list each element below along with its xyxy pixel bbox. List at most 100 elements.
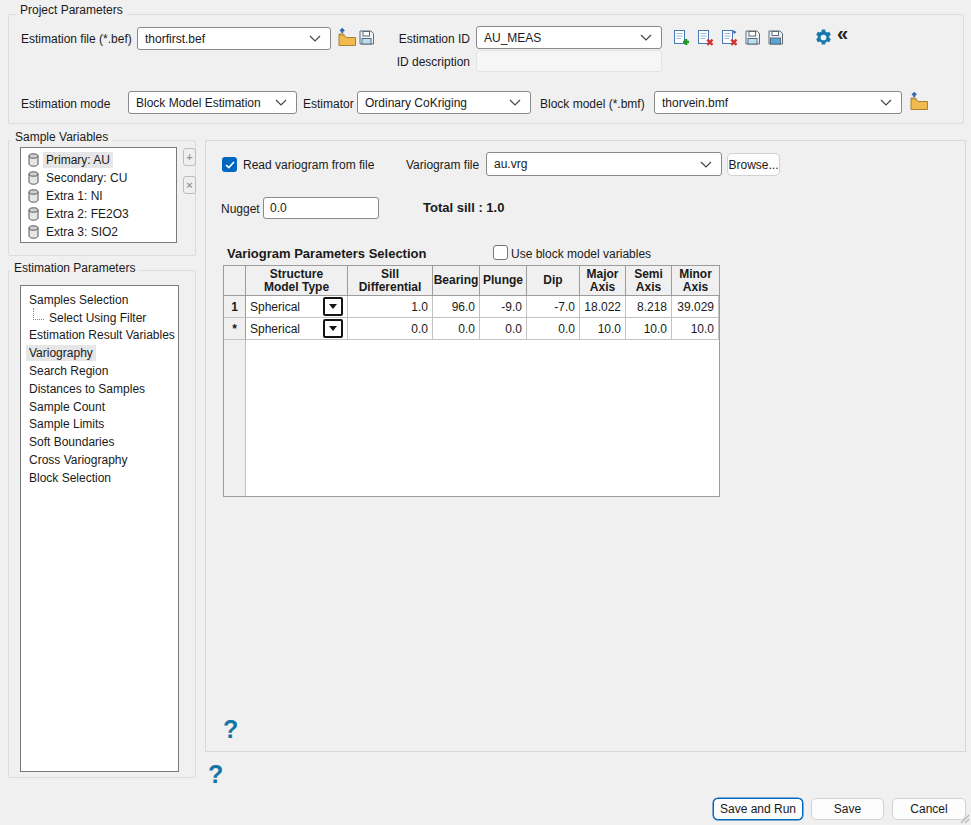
- tree-item-select-using-filter[interactable]: Select Using Filter: [21, 309, 178, 327]
- settings-gear-icon[interactable]: [815, 29, 832, 49]
- tree-item-search-region[interactable]: Search Region: [21, 362, 178, 380]
- list-item[interactable]: Secondary: CU: [21, 169, 176, 187]
- sample-variables-title: Sample Variables: [11, 130, 112, 144]
- block-model-combobox[interactable]: thorvein.bmf: [654, 91, 902, 114]
- estimation-parameters-list[interactable]: Samples Selection Select Using Filter Es…: [20, 285, 179, 772]
- major-axis-cell[interactable]: 18.022: [580, 296, 626, 318]
- sill-cell[interactable]: 0.0: [348, 318, 433, 340]
- resize-grip-icon[interactable]: [958, 812, 970, 824]
- column-header-bearing: Bearing: [433, 266, 480, 295]
- plunge-cell[interactable]: -9.0: [480, 296, 527, 318]
- minor-axis-cell[interactable]: 10.0: [672, 318, 719, 340]
- use-block-model-label: Use block model variables: [511, 246, 651, 262]
- tree-item-samples-selection[interactable]: Samples Selection: [21, 291, 178, 309]
- estimation-file-value: thorfirst.bef: [145, 32, 305, 46]
- chevron-down-icon: [700, 161, 712, 168]
- dip-cell[interactable]: -7.0: [527, 296, 580, 318]
- structure-dropdown-button[interactable]: [323, 297, 343, 316]
- column-header-structure: StructureModel Type: [246, 266, 348, 295]
- id-description-label: ID description: [390, 54, 470, 70]
- sample-variables-list[interactable]: Primary: AU Secondary: CU Extra 1: NI Ex…: [20, 147, 177, 243]
- read-variogram-checkbox[interactable]: [222, 157, 237, 172]
- list-item[interactable]: Extra 1: NI: [21, 187, 176, 205]
- bearing-cell[interactable]: 0.0: [433, 318, 480, 340]
- tree-item-block-selection[interactable]: Block Selection: [21, 469, 178, 487]
- list-item[interactable]: Primary: AU: [21, 151, 176, 169]
- list-item[interactable]: Extra 3: SIO2: [21, 223, 176, 241]
- table-header-row: StructureModel Type SillDifferential Bea…: [224, 266, 719, 296]
- save-file-icon[interactable]: [358, 29, 375, 49]
- variable-icon: [28, 153, 39, 167]
- variable-icon: [28, 207, 39, 221]
- table-row: 1 Spherical 1.0 96.0 -9.0 -7.0 18.022 8.…: [224, 296, 719, 318]
- variable-icon: [28, 225, 39, 239]
- estimation-file-combobox[interactable]: thorfirst.bef: [137, 27, 331, 50]
- read-variogram-label: Read variogram from file: [243, 157, 374, 173]
- dip-cell[interactable]: 0.0: [527, 318, 580, 340]
- structure-cell[interactable]: Spherical: [246, 318, 348, 340]
- sill-cell[interactable]: 1.0: [348, 296, 433, 318]
- estimator-value: Ordinary CoKriging: [365, 96, 505, 110]
- variogram-file-combobox[interactable]: au.vrg: [486, 152, 722, 176]
- use-block-model-checkbox[interactable]: [493, 245, 508, 260]
- minor-axis-cell[interactable]: 39.029: [672, 296, 719, 318]
- bearing-cell[interactable]: 96.0: [433, 296, 480, 318]
- row-header-strip: [224, 340, 246, 496]
- major-axis-cell[interactable]: 10.0: [580, 318, 626, 340]
- cancel-button[interactable]: Cancel: [892, 798, 966, 820]
- dialog-help-button[interactable]: ?: [208, 764, 223, 784]
- collapse-chevrons-icon[interactable]: «: [837, 25, 848, 41]
- estimator-combobox[interactable]: Ordinary CoKriging: [357, 91, 531, 114]
- chevron-down-icon: [640, 34, 652, 41]
- variogram-file-label: Variogram file: [406, 157, 479, 173]
- browse-button[interactable]: Browse...: [727, 153, 780, 176]
- save-button[interactable]: Save: [811, 798, 884, 820]
- tree-item-estimation-result-variables[interactable]: Estimation Result Variables: [21, 327, 178, 345]
- estimation-id-value: AU_MEAS: [484, 31, 636, 45]
- save-estimation-as-icon[interactable]: [767, 29, 784, 49]
- list-item[interactable]: Extra 2: FE2O3: [21, 205, 176, 223]
- structure-cell[interactable]: Spherical: [246, 296, 348, 318]
- tree-item-cross-variography[interactable]: Cross Variography: [21, 451, 178, 469]
- nugget-input[interactable]: 0.0: [263, 197, 379, 219]
- column-header-plunge: Plunge: [480, 266, 527, 295]
- project-parameters-title: Project Parameters: [16, 3, 127, 17]
- add-variable-button[interactable]: +: [183, 148, 196, 166]
- remove-variable-button[interactable]: ×: [183, 176, 196, 194]
- semi-axis-cell[interactable]: 10.0: [626, 318, 672, 340]
- plunge-cell[interactable]: 0.0: [480, 318, 527, 340]
- tree-item-sample-count[interactable]: Sample Count: [21, 398, 178, 416]
- save-estimation-icon[interactable]: [744, 29, 761, 49]
- total-sill-label: Total sill : 1.0: [423, 200, 504, 216]
- delete-estimation-icon[interactable]: [697, 29, 715, 50]
- structure-dropdown-button[interactable]: [323, 319, 343, 338]
- tree-item-sample-limits[interactable]: Sample Limits: [21, 416, 178, 434]
- tree-item-soft-boundaries[interactable]: Soft Boundaries: [21, 433, 178, 451]
- variogram-params-title: Variogram Parameters Selection: [227, 246, 426, 262]
- open-folder-icon[interactable]: [336, 27, 356, 50]
- estimation-mode-combobox[interactable]: Block Model Estimation: [128, 91, 297, 114]
- save-and-run-button[interactable]: Save and Run: [713, 798, 803, 820]
- open-block-model-folder-icon[interactable]: [908, 91, 928, 114]
- row-header[interactable]: *: [224, 318, 246, 340]
- delete-all-estimations-icon[interactable]: [721, 29, 739, 50]
- id-description-field[interactable]: [476, 50, 662, 72]
- row-header[interactable]: 1: [224, 296, 246, 318]
- tree-item-variography[interactable]: Variography: [21, 344, 178, 362]
- tree-item-distances-to-samples[interactable]: Distances to Samples: [21, 380, 178, 398]
- column-header-sill: SillDifferential: [348, 266, 433, 295]
- corner-header-cell: [224, 266, 246, 295]
- new-estimation-icon[interactable]: [673, 29, 691, 50]
- estimation-id-combobox[interactable]: AU_MEAS: [476, 26, 662, 49]
- caret-down-icon: [329, 304, 337, 309]
- caret-down-icon: [329, 326, 337, 331]
- estimation-id-label: Estimation ID: [390, 31, 470, 47]
- semi-axis-cell[interactable]: 8.218: [626, 296, 672, 318]
- column-header-dip: Dip: [527, 266, 580, 295]
- estimation-parameters-title: Estimation Parameters: [10, 261, 139, 275]
- chevron-down-icon: [275, 99, 287, 106]
- chevron-down-icon: [880, 99, 892, 106]
- variogram-file-value: au.vrg: [494, 157, 696, 171]
- panel-help-button[interactable]: ?: [223, 719, 238, 739]
- variable-icon: [28, 189, 39, 203]
